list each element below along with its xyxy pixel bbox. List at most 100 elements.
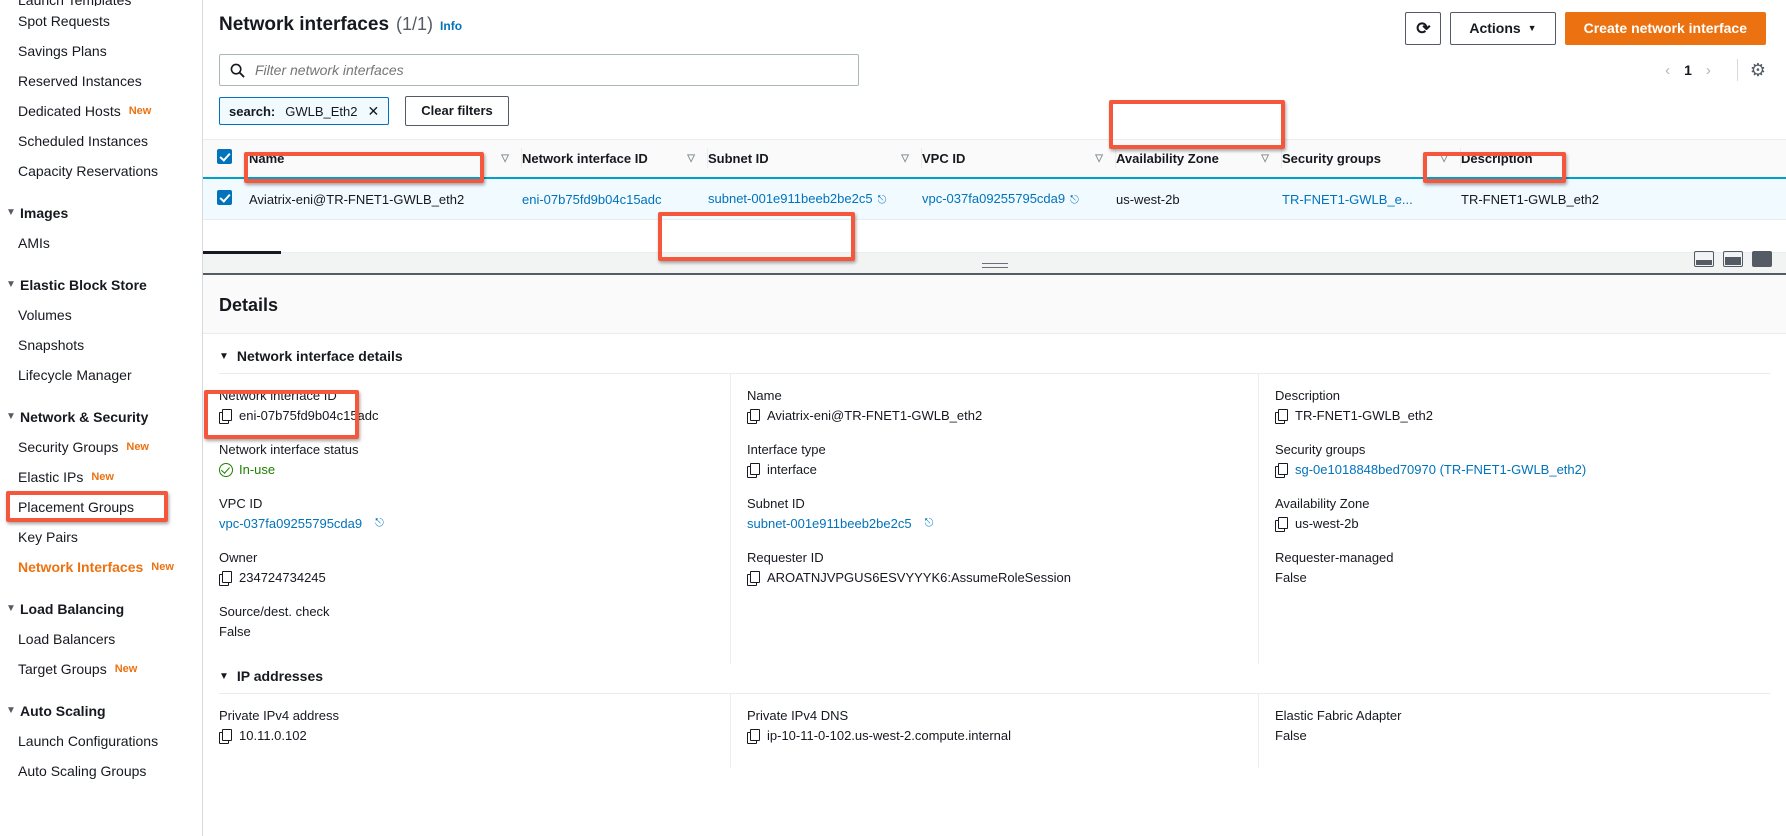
sidebar-item-amis[interactable]: AMIs — [0, 228, 202, 258]
sidebar-item-auto-scaling-groups[interactable]: Auto Scaling Groups — [0, 756, 202, 786]
select-all-checkbox[interactable] — [217, 149, 232, 164]
copy-icon[interactable] — [747, 571, 760, 586]
sidebar-item-spot-requests[interactable]: Spot Requests — [0, 6, 202, 36]
sidebar-group-load-balancing[interactable]: ▼ Load Balancing — [0, 594, 202, 624]
sidebar: Launch Templates Spot Requests Savings P… — [0, 0, 203, 836]
column-label: Network interface ID — [522, 150, 648, 166]
column-label: Description — [1461, 150, 1533, 166]
sidebar-item-reserved-instances[interactable]: Reserved Instances — [0, 66, 202, 96]
sidebar-item-launch-configurations[interactable]: Launch Configurations — [0, 726, 202, 756]
clear-filters-button[interactable]: Clear filters — [405, 96, 509, 126]
field-value: Aviatrix-eni@TR-FNET1-GWLB_eth2 — [747, 408, 1240, 424]
sort-icon[interactable]: ▽ — [501, 153, 509, 164]
external-link-icon[interactable]: ⎋ — [878, 194, 887, 206]
subnet-id-link[interactable]: subnet-001e911beeb2be2c5 — [708, 191, 873, 206]
copy-icon[interactable] — [747, 729, 760, 744]
search-input[interactable] — [253, 61, 813, 79]
sidebar-item-dedicated-hosts[interactable]: Dedicated Hosts New — [0, 96, 202, 126]
table-header-bar: Network interfaces (1/1) Info ⟳ Actions ▼… — [203, 0, 1786, 45]
network-interface-id-link[interactable]: eni-07b75fd9b04c15adc — [522, 192, 662, 207]
drag-handle[interactable] — [981, 262, 1008, 268]
search-box[interactable] — [219, 54, 859, 86]
security-group-link[interactable]: sg-0e1018848bed70970 (TR-FNET1-GWLB_eth2… — [1295, 462, 1586, 477]
sidebar-item-load-balancers[interactable]: Load Balancers — [0, 624, 202, 654]
page-number[interactable]: 1 — [1682, 62, 1694, 78]
network-interface-details-section-header[interactable]: ▼ Network interface details — [203, 334, 1786, 373]
column-header-description[interactable]: Description — [1461, 139, 1786, 179]
sidebar-item-placement-groups[interactable]: Placement Groups — [0, 492, 202, 522]
sidebar-group-auto-scaling[interactable]: ▼ Auto Scaling — [0, 696, 202, 726]
sidebar-item-key-pairs[interactable]: Key Pairs — [0, 522, 202, 552]
sidebar-item-network-interfaces[interactable]: Network Interfaces New — [0, 552, 202, 582]
field-value: subnet-001e911beeb2be2c5 ⎋ — [747, 516, 1240, 531]
actions-dropdown-button[interactable]: Actions ▼ — [1450, 12, 1556, 45]
subnet-id-link[interactable]: subnet-001e911beeb2be2c5 — [747, 516, 912, 531]
column-header-name[interactable]: Name ▽ — [249, 139, 522, 179]
chevron-right-icon[interactable]: › — [1694, 62, 1723, 79]
sidebar-item-label: Capacity Reservations — [18, 163, 159, 179]
filter-bar: ‹ 1 › ⚙ — [203, 45, 1786, 86]
field-label: Owner — [219, 550, 258, 565]
filter-chip-search[interactable]: search: GWLB_Eth2 ✕ — [219, 97, 390, 125]
column-label: Availability Zone — [1116, 150, 1219, 166]
sidebar-item-capacity-reservations[interactable]: Capacity Reservations — [0, 156, 202, 186]
column-header-security-groups[interactable]: Security groups ▽ — [1282, 139, 1461, 179]
sidebar-item-target-groups[interactable]: Target Groups New — [0, 654, 202, 684]
security-groups-link[interactable]: TR-FNET1-GWLB_e... — [1282, 192, 1413, 207]
copy-icon[interactable] — [1275, 517, 1288, 532]
sort-icon[interactable]: ▽ — [687, 153, 695, 164]
copy-icon[interactable] — [747, 409, 760, 424]
sort-icon[interactable]: ▽ — [1261, 153, 1269, 164]
sort-icon[interactable]: ▽ — [1440, 153, 1448, 164]
sidebar-item-savings-plans[interactable]: Savings Plans — [0, 36, 202, 66]
field-value: False — [219, 624, 712, 639]
sidebar-group-network-and-security[interactable]: ▼ Network & Security — [0, 402, 202, 432]
column-header-network-interface-id[interactable]: Network interface ID ▽ — [522, 139, 708, 179]
row-checkbox[interactable] — [217, 190, 232, 205]
panel-side-icon[interactable] — [1723, 251, 1743, 267]
panel-splitter[interactable] — [203, 251, 1786, 275]
external-link-icon[interactable]: ⎋ — [1070, 194, 1079, 206]
close-icon[interactable]: ✕ — [368, 103, 380, 120]
panel-full-icon[interactable] — [1752, 251, 1772, 267]
sort-icon[interactable]: ▽ — [901, 153, 909, 164]
copy-icon[interactable] — [1275, 409, 1288, 424]
external-link-icon[interactable]: ⎋ — [925, 517, 934, 530]
column-header-vpc-id[interactable]: VPC ID ▽ — [922, 139, 1116, 179]
table-row[interactable]: Aviatrix-eni@TR-FNET1-GWLB_eth2 eni-07b7… — [203, 177, 1786, 220]
copy-icon[interactable] — [219, 571, 232, 586]
copy-icon[interactable] — [219, 729, 232, 744]
cell-subnet-id: subnet-001e911beeb2be2c5 ⎋ — [708, 177, 922, 220]
sidebar-item-security-groups[interactable]: Security Groups New — [0, 432, 202, 462]
gear-icon[interactable]: ⚙ — [1750, 60, 1766, 81]
field-availability-zone: Availability Zone us-west-2b — [1275, 496, 1768, 532]
column-header-subnet-id[interactable]: Subnet ID ▽ — [708, 139, 922, 179]
sidebar-item-lifecycle-manager[interactable]: Lifecycle Manager — [0, 360, 202, 390]
filter-chip-value: GWLB_Eth2 — [285, 103, 358, 119]
create-network-interface-button[interactable]: Create network interface — [1564, 12, 1766, 45]
sidebar-item-snapshots[interactable]: Snapshots — [0, 330, 202, 360]
sidebar-group-images[interactable]: ▼ Images — [0, 198, 202, 228]
copy-icon[interactable] — [747, 463, 760, 478]
field-owner: Owner 234724734245 — [219, 550, 712, 586]
chevron-left-icon[interactable]: ‹ — [1653, 62, 1682, 79]
vpc-id-link[interactable]: vpc-037fa09255795cda9 — [922, 191, 1065, 206]
panel-bottom-icon[interactable] — [1694, 251, 1714, 267]
copy-icon[interactable] — [1275, 463, 1288, 478]
sidebar-item-label: Volumes — [18, 307, 72, 323]
refresh-button[interactable]: ⟳ — [1405, 12, 1442, 45]
vpc-id-link[interactable]: vpc-037fa09255795cda9 — [219, 516, 362, 531]
sidebar-item-elastic-ips[interactable]: Elastic IPs New — [0, 462, 202, 492]
sidebar-item-scheduled-instances[interactable]: Scheduled Instances — [0, 126, 202, 156]
sort-icon[interactable]: ▽ — [1095, 153, 1103, 164]
ip-addresses-section-header[interactable]: ▼ IP addresses — [203, 664, 1786, 693]
external-link-icon[interactable]: ⎋ — [375, 517, 384, 530]
column-header-availability-zone[interactable]: Availability Zone ▽ — [1116, 139, 1282, 179]
copy-icon[interactable] — [219, 409, 232, 424]
sidebar-item-label: Snapshots — [18, 337, 85, 353]
info-link[interactable]: Info — [440, 19, 462, 33]
field-label: Security groups — [1275, 442, 1366, 457]
sidebar-item-volumes[interactable]: Volumes — [0, 300, 202, 330]
sidebar-group-elastic-block-store[interactable]: ▼ Elastic Block Store — [0, 270, 202, 300]
filter-chip-key: search: — [229, 103, 276, 119]
